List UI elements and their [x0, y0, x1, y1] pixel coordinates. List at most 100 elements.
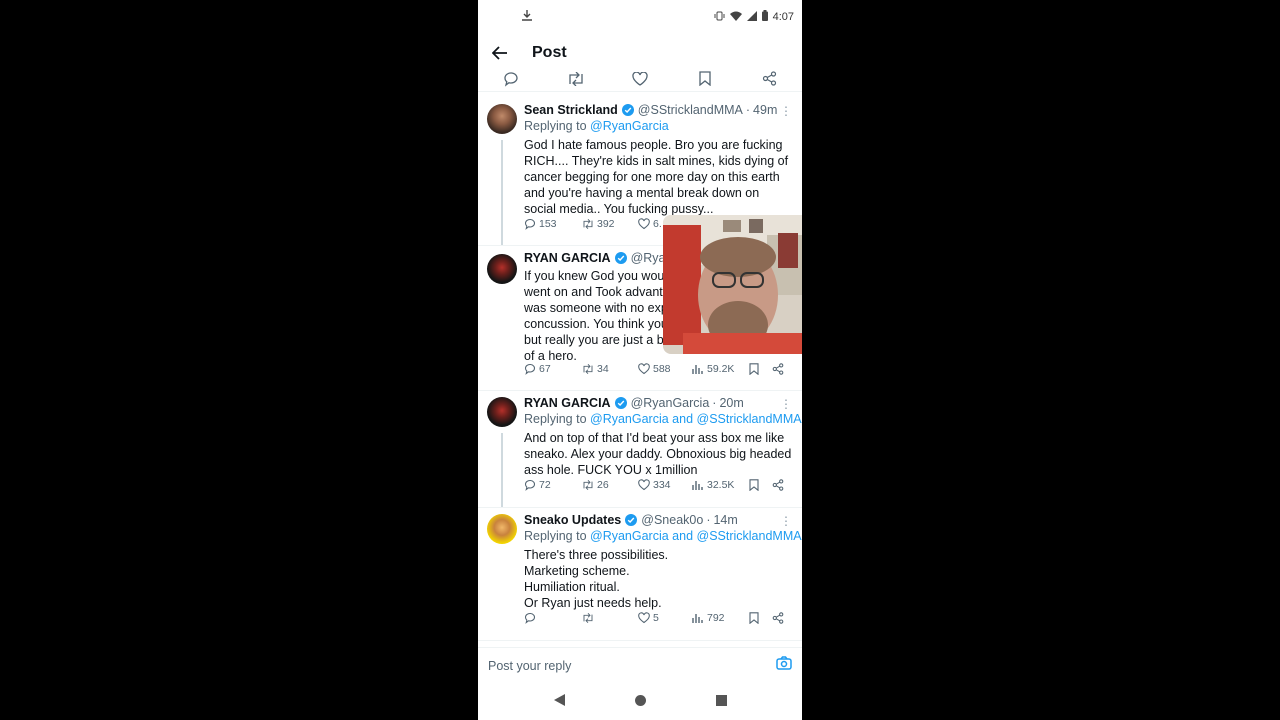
replying-to: Replying to @RyanGarcia and @SStrickland… [524, 412, 802, 426]
divider [478, 390, 802, 391]
divider [478, 640, 802, 641]
reply-count-button[interactable]: 67 [524, 363, 551, 375]
repost-count: 34 [597, 363, 609, 375]
like-count: 334 [653, 479, 671, 491]
wifi-icon [729, 11, 742, 24]
bookmark-icon[interactable] [748, 612, 760, 624]
reply-count: 153 [539, 218, 557, 230]
mention-link[interactable]: @RyanGarcia [590, 119, 669, 133]
like-icon[interactable] [631, 70, 649, 88]
share-icon[interactable] [772, 363, 784, 375]
author-name[interactable]: RYAN GARCIA [524, 396, 611, 410]
like-icon [638, 612, 650, 624]
post-action-bar [478, 66, 802, 92]
verified-icon [614, 397, 627, 409]
separator-dot: · [706, 513, 711, 527]
repost-icon [583, 480, 593, 490]
repost-count-button[interactable]: 26 [582, 479, 609, 491]
like-icon [638, 479, 650, 491]
like-icon [638, 218, 650, 230]
more-icon[interactable]: ⋮ [780, 514, 792, 528]
reply-composer[interactable]: Post your reply [478, 647, 802, 683]
nav-back-icon[interactable] [553, 694, 565, 709]
separator-dot: · [745, 103, 751, 117]
reply-icon [524, 218, 536, 230]
reply-icon[interactable] [524, 612, 536, 624]
tweet-text: There's three possibilities. Marketing s… [524, 548, 669, 610]
replying-to: Replying to @RyanGarcia [524, 119, 669, 133]
thread-line [501, 433, 503, 507]
share-icon[interactable] [760, 70, 778, 88]
divider [478, 507, 802, 508]
separator-dot: · [712, 396, 717, 410]
like-count: 5 [653, 612, 659, 624]
views-count-button[interactable]: 59.2K [692, 363, 734, 375]
views-count-button[interactable]: 32.5K [692, 479, 734, 491]
like-count: 588 [653, 363, 671, 375]
repost-count: 26 [597, 479, 609, 491]
reply-count-button[interactable]: 153 [524, 218, 557, 230]
verified-icon [621, 104, 634, 116]
views-count: 792 [707, 612, 725, 624]
reply-count: 72 [539, 479, 551, 491]
views-icon [692, 365, 703, 374]
reply-icon [524, 363, 536, 375]
author-name[interactable]: Sean Strickland [524, 103, 618, 117]
tweet-time: 20m [719, 396, 744, 410]
bookmark-icon[interactable] [696, 70, 714, 88]
author-name[interactable]: RYAN GARCIA [524, 251, 611, 265]
mention-link[interactable]: @RyanGarcia and @SStricklandMMA [590, 529, 802, 543]
like-icon [638, 363, 650, 375]
avatar[interactable] [487, 104, 517, 134]
replying-to: Replying to @RyanGarcia and @SStrickland… [524, 529, 802, 543]
signal-icon [746, 10, 757, 24]
repost-count-button[interactable]: 392 [582, 218, 615, 230]
reply-count: 67 [539, 363, 551, 375]
author-handle[interactable]: @Sneak0o [641, 513, 703, 527]
repost-icon[interactable] [567, 70, 585, 88]
tweet-text: And on top of that I'd beat your ass box… [524, 431, 792, 477]
download-icon [522, 10, 532, 24]
like-count-button[interactable]: 5 [638, 612, 659, 624]
repost-count-button[interactable]: 34 [582, 363, 609, 375]
more-icon[interactable]: ⋮ [780, 104, 792, 118]
views-icon [692, 481, 703, 490]
battery-icon [761, 10, 768, 24]
share-icon[interactable] [772, 479, 784, 491]
tweet-text: God I hate famous people. Bro you are fu… [524, 138, 789, 216]
reply-icon [524, 479, 536, 491]
repost-icon[interactable] [582, 612, 594, 624]
like-count-button[interactable]: 334 [638, 479, 671, 491]
reply-input[interactable]: Post your reply [488, 659, 571, 673]
avatar[interactable] [487, 254, 517, 284]
verified-icon [614, 252, 627, 264]
tweet-time: 14m [713, 513, 738, 527]
tweet-ryan-garcia-2[interactable]: RYAN GARCIA @RyanGarcia · 20m ⋮ Replying… [478, 393, 802, 509]
tweet-sneako-updates[interactable]: Sneako Updates @Sneak0o · 14m ⋮ Replying… [478, 510, 802, 642]
system-nav-bar [478, 683, 802, 720]
author-name[interactable]: Sneako Updates [524, 513, 621, 527]
views-count-button[interactable]: 792 [692, 612, 725, 624]
bookmark-icon[interactable] [748, 363, 760, 375]
author-handle[interactable]: @SStricklandMMA [638, 103, 743, 117]
views-icon [692, 614, 703, 623]
avatar[interactable] [487, 397, 517, 427]
reply-icon[interactable] [502, 70, 520, 88]
avatar[interactable] [487, 514, 517, 544]
nav-recents-icon[interactable] [715, 694, 727, 709]
bookmark-icon[interactable] [748, 479, 760, 491]
camera-icon[interactable] [776, 656, 792, 675]
status-time: 4:07 [772, 11, 794, 23]
views-count: 59.2K [707, 363, 735, 375]
reply-count-button[interactable]: 72 [524, 479, 551, 491]
mention-link[interactable]: @RyanGarcia and @SStricklandMMA [590, 412, 802, 426]
author-handle[interactable]: @RyanGarcia [631, 396, 710, 410]
nav-home-icon[interactable] [634, 694, 646, 709]
more-icon[interactable]: ⋮ [780, 397, 792, 411]
share-icon[interactable] [772, 612, 784, 624]
like-count-button[interactable]: 588 [638, 363, 671, 375]
views-count: 32.5K [707, 479, 735, 491]
repost-icon [583, 219, 593, 229]
status-bar: 4:07 [478, 0, 802, 34]
back-arrow-icon[interactable] [490, 43, 510, 63]
